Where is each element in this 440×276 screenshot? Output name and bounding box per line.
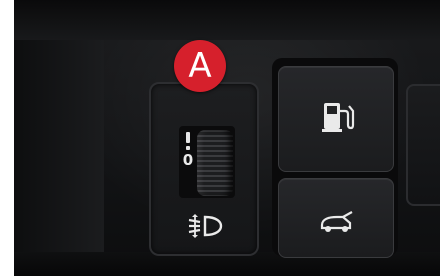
dashboard-trim-top [14,0,440,40]
fuel-door-button[interactable] [278,66,394,172]
adjacent-switch-recess [406,84,440,206]
headlamp-leveling-icon [188,214,223,238]
dashboard-trim-left [14,40,104,276]
scale-mark-top [186,132,190,143]
headlamp-leveling-panel: 0 [149,82,259,256]
scale-mark-mid [186,146,190,150]
scale-zero-label: 0 [182,151,194,169]
fuel-door-icon [322,103,355,132]
trunk-release-button[interactable] [278,178,394,258]
dashboard-photo: 0 [14,0,440,276]
callout-badge-a: A [174,40,226,92]
headlamp-leveling-thumbwheel[interactable] [197,130,233,196]
trunk-open-icon [320,211,353,232]
